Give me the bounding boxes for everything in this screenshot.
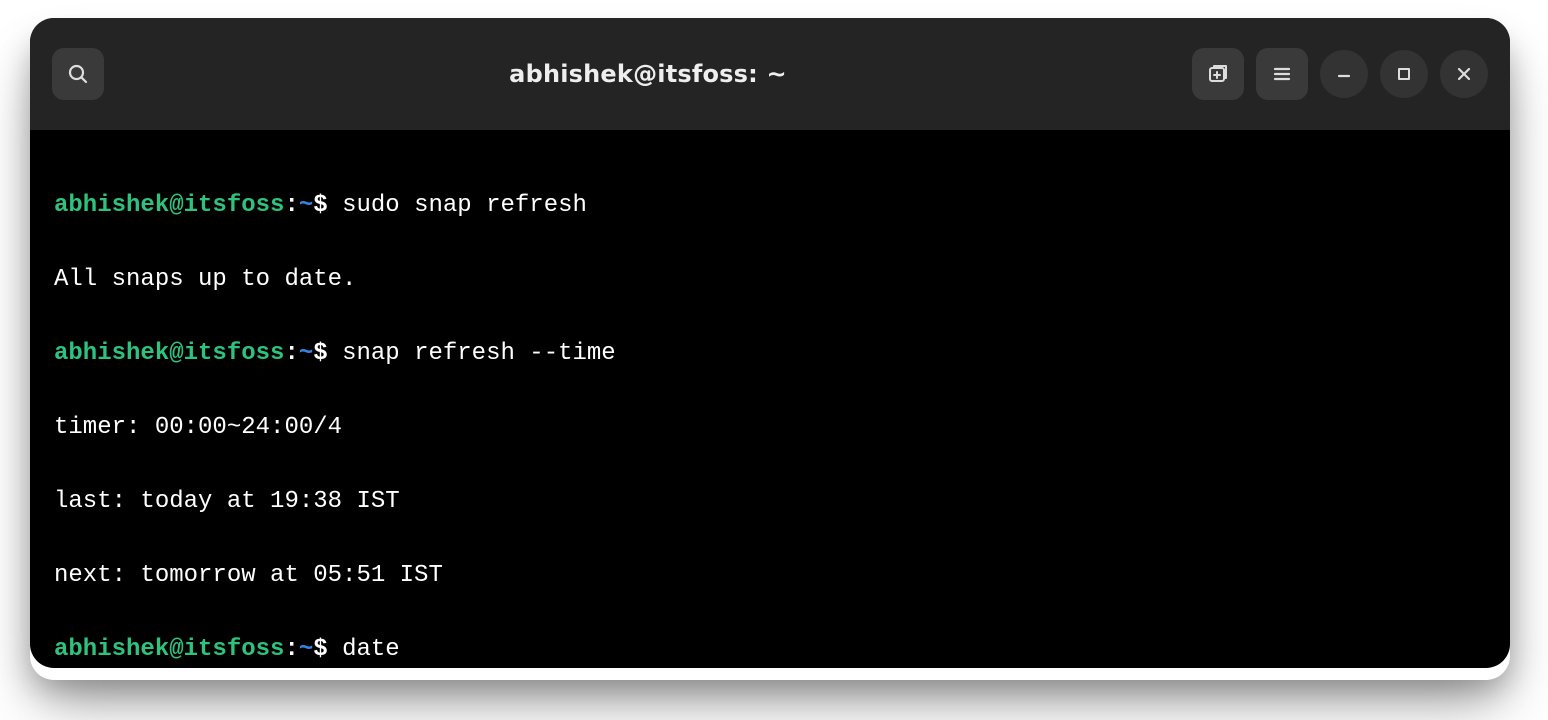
terminal-line: abhishek@itsfoss:~$ date [54, 631, 1486, 668]
prompt-colon: : [284, 636, 298, 663]
output-line: last: today at 19:38 IST [54, 483, 1486, 520]
output-line: timer: 00:00~24:00/4 [54, 409, 1486, 446]
search-icon [66, 62, 90, 86]
window-title: abhishek@itsfoss: ~ [104, 60, 1192, 88]
new-tab-button[interactable] [1192, 48, 1244, 100]
minimize-icon [1334, 64, 1354, 84]
terminal-window: abhishek@itsfoss: ~ [30, 18, 1510, 668]
command-text: sudo snap refresh [342, 192, 587, 219]
close-icon [1454, 64, 1474, 84]
maximize-icon [1394, 64, 1414, 84]
command-text: snap refresh --time [342, 340, 616, 367]
prompt-dollar: $ [313, 192, 327, 219]
prompt-host: abhishek@itsfoss [54, 192, 284, 219]
prompt-path: ~ [299, 636, 313, 663]
minimize-button[interactable] [1320, 50, 1368, 98]
terminal-line: abhishek@itsfoss:~$ snap refresh --time [54, 335, 1486, 372]
output-line: All snaps up to date. [54, 261, 1486, 298]
output-line: next: tomorrow at 05:51 IST [54, 557, 1486, 594]
menu-button[interactable] [1256, 48, 1308, 100]
prompt-dollar: $ [313, 636, 327, 663]
prompt-path: ~ [299, 192, 313, 219]
prompt-colon: : [284, 340, 298, 367]
terminal-line: abhishek@itsfoss:~$ sudo snap refresh [54, 187, 1486, 224]
command-text: date [342, 636, 400, 663]
hamburger-menu-icon [1270, 62, 1294, 86]
new-tab-icon [1206, 62, 1230, 86]
maximize-button[interactable] [1380, 50, 1428, 98]
prompt-host: abhishek@itsfoss [54, 340, 284, 367]
prompt-host: abhishek@itsfoss [54, 636, 284, 663]
close-button[interactable] [1440, 50, 1488, 98]
window-titlebar: abhishek@itsfoss: ~ [30, 18, 1510, 130]
prompt-path: ~ [299, 340, 313, 367]
prompt-dollar: $ [313, 340, 327, 367]
search-button[interactable] [52, 48, 104, 100]
prompt-colon: : [284, 192, 298, 219]
terminal-output[interactable]: abhishek@itsfoss:~$ sudo snap refresh Al… [30, 130, 1510, 668]
